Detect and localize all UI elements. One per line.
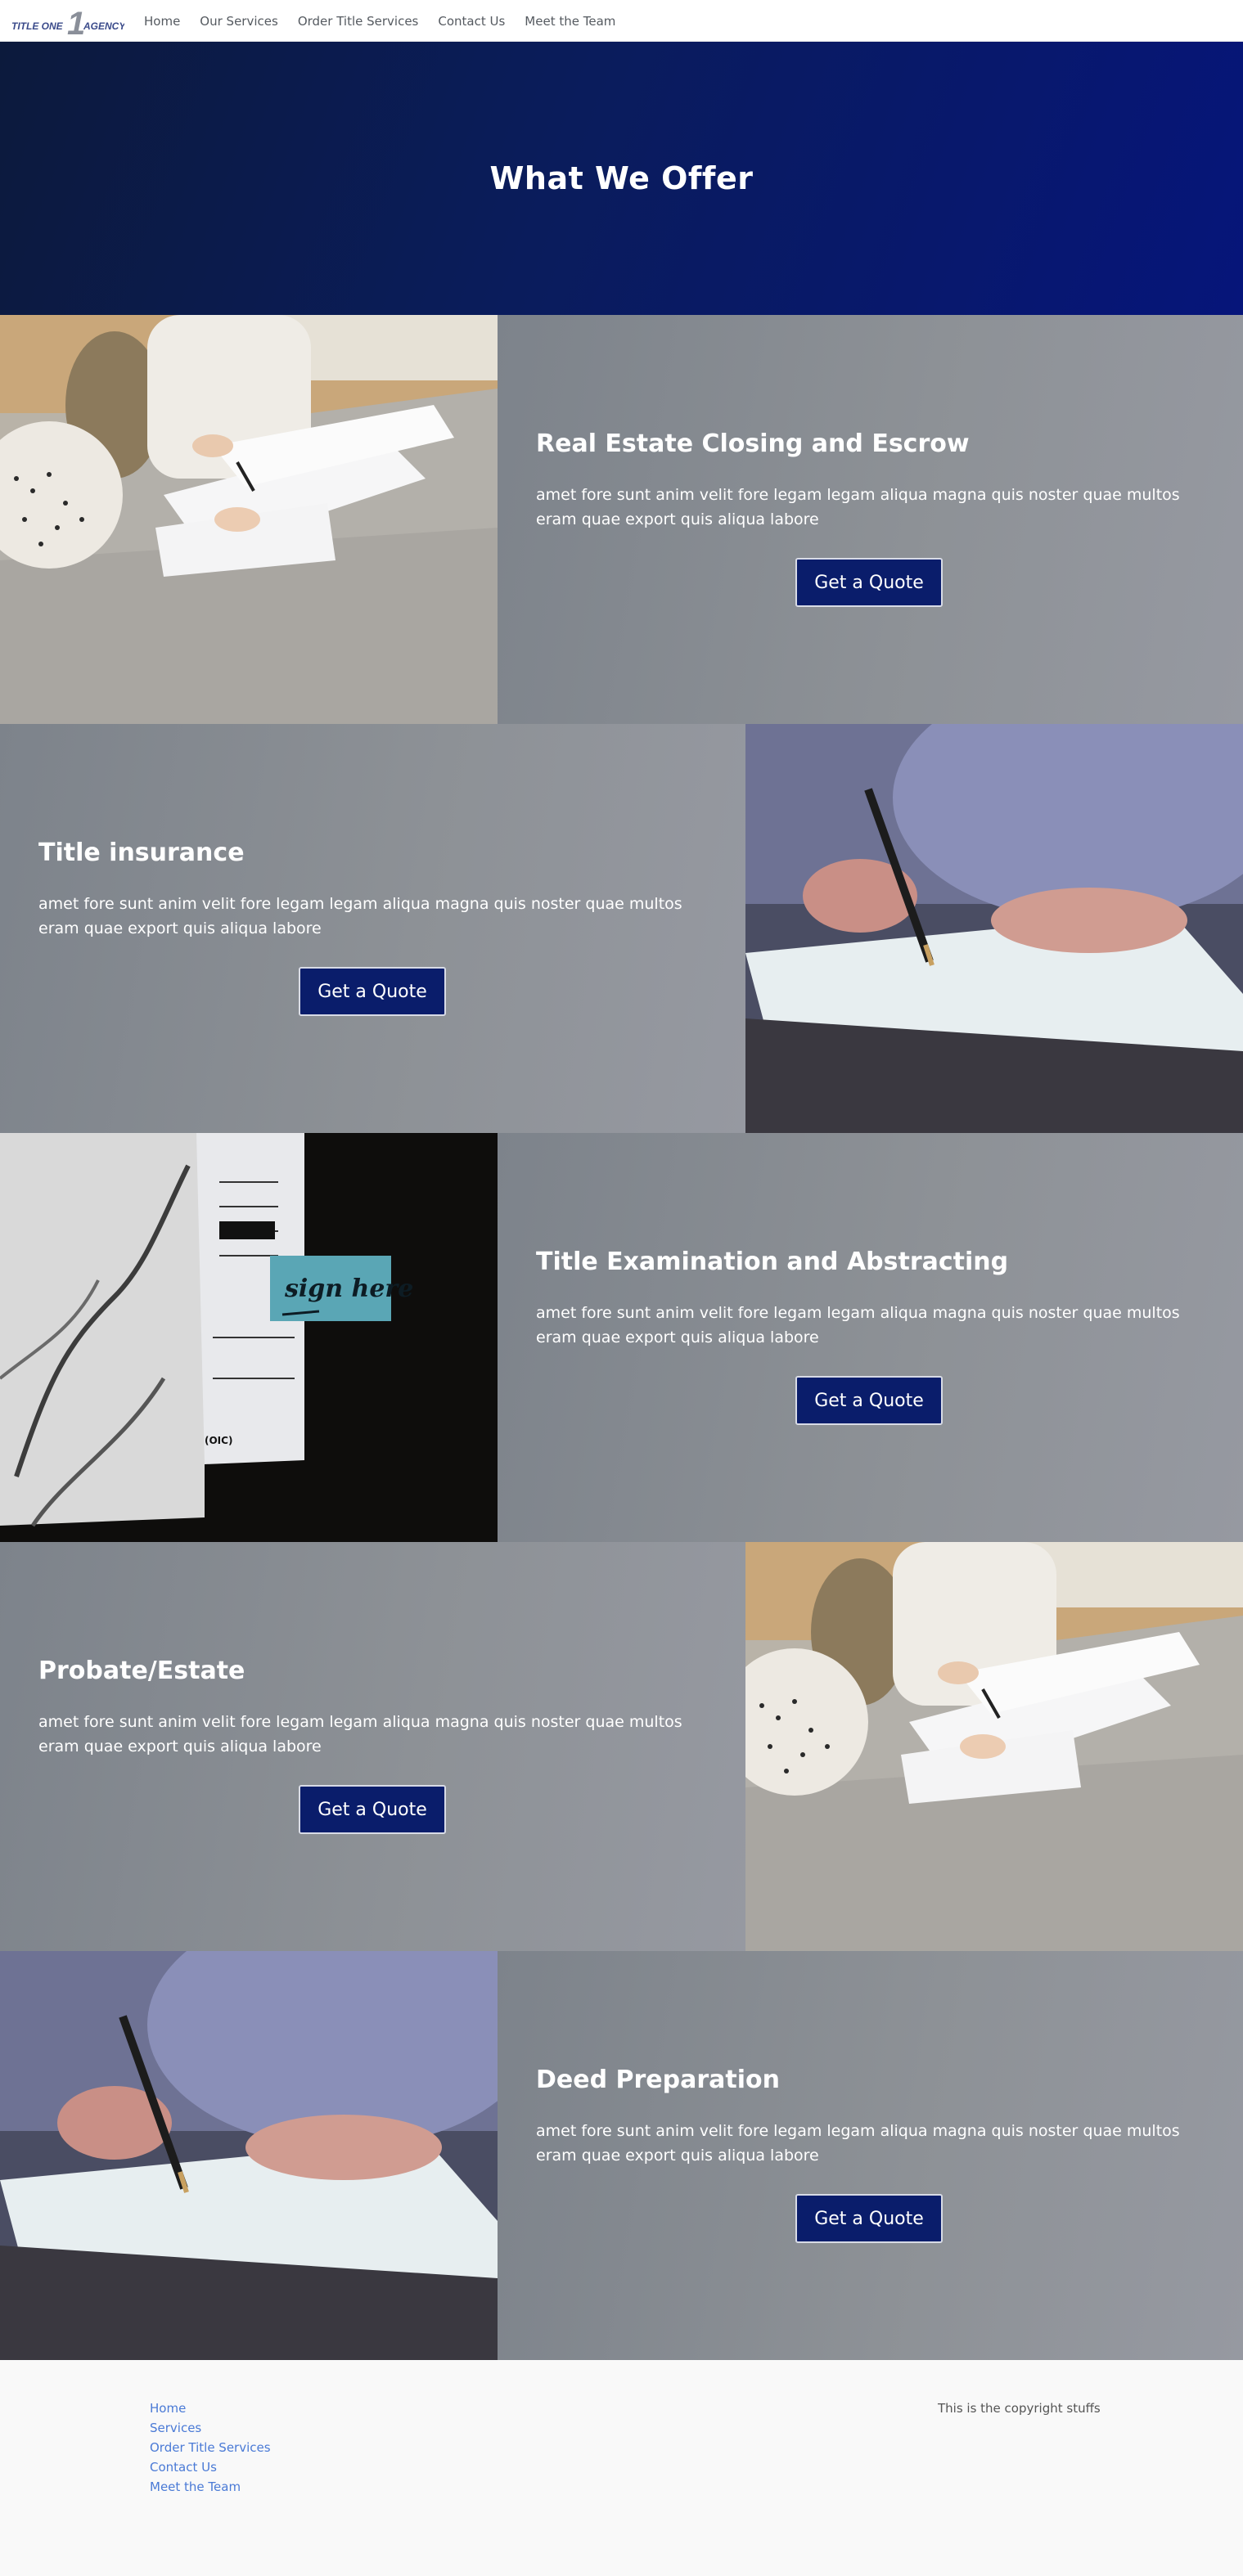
get-a-quote-button[interactable]: Get a Quote [299,967,446,1016]
hero-title: What We Offer [489,160,754,196]
sign-here-text: sign here [284,1275,413,1303]
nav-link-contact-us[interactable]: Contact Us [438,14,505,29]
title-one-agency-logo[interactable]: TITLE ONE 1 AGENCY [10,3,126,42]
section-description: amet fore sunt anim velit fore legam leg… [536,1304,1180,1346]
section-description: amet fore sunt anim velit fore legam leg… [38,895,682,937]
top-navbar: TITLE ONE 1 AGENCY Home Our Services Ord… [0,0,1243,42]
section-text-panel: Deed Preparation amet fore sunt anim vel… [498,1951,1243,2360]
nav-links: Home Our Services Order Title Services C… [144,0,615,42]
section-title: Real Estate Closing and Escrow [536,429,970,458]
service-section-title-examination: sign here (OIC) Title Examination and Ab… [0,1133,1243,1542]
svg-text:AGENCY: AGENCY [83,20,124,32]
section-text-panel: Title Examination and Abstracting amet f… [498,1133,1243,1542]
page: TITLE ONE 1 AGENCY Home Our Services Ord… [0,0,1243,2576]
svg-text:TITLE ONE: TITLE ONE [11,20,64,32]
footer-link-order-title-services[interactable]: Order Title Services [150,2440,271,2455]
hand-signing-paper-photo [0,1951,498,2360]
nav-link-home[interactable]: Home [144,14,180,29]
section-description: amet fore sunt anim velit fore legam leg… [536,2122,1180,2165]
footer-link-contact-us[interactable]: Contact Us [150,2460,271,2475]
copyright-text: This is the copyright stuffs [938,2401,1101,2416]
section-text-panel: Probate/Estate amet fore sunt anim velit… [0,1542,745,1951]
footer-link-services[interactable]: Services [150,2421,271,2435]
get-a-quote-button[interactable]: Get a Quote [795,558,943,607]
service-section-real-estate-closing: Real Estate Closing and Escrow amet fore… [0,315,1243,724]
section-description: amet fore sunt anim velit fore legam leg… [38,1713,682,1756]
nav-link-our-services[interactable]: Our Services [200,14,278,29]
footer-links: Home Services Order Title Services Conta… [150,2401,271,2494]
women-signing-documents-photo [0,315,498,724]
nav-link-order-title-services[interactable]: Order Title Services [298,14,419,29]
section-description: amet fore sunt anim velit fore legam leg… [536,486,1180,528]
sign-here-note-photo: sign here (OIC) [0,1133,498,1542]
svg-text:(OIC): (OIC) [205,1435,232,1446]
section-title: Title Examination and Abstracting [536,1248,1009,1276]
section-text-panel: Real Estate Closing and Escrow amet fore… [498,315,1243,724]
nav-link-meet-the-team[interactable]: Meet the Team [525,14,615,29]
section-title: Title insurance [38,838,245,867]
women-signing-documents-photo [745,1542,1243,1951]
service-section-probate-estate: Probate/Estate amet fore sunt anim velit… [0,1542,1243,1951]
get-a-quote-button[interactable]: Get a Quote [795,1376,943,1425]
section-title: Deed Preparation [536,2066,780,2094]
service-section-title-insurance: Title insurance amet fore sunt anim veli… [0,724,1243,1133]
footer-link-meet-the-team[interactable]: Meet the Team [150,2479,271,2494]
service-section-deed-preparation: Deed Preparation amet fore sunt anim vel… [0,1951,1243,2360]
section-title: Probate/Estate [38,1657,245,1685]
footer: Home Services Order Title Services Conta… [0,2360,1243,2576]
get-a-quote-button[interactable]: Get a Quote [795,2194,943,2243]
get-a-quote-button[interactable]: Get a Quote [299,1785,446,1834]
section-text-panel: Title insurance amet fore sunt anim veli… [0,724,745,1133]
footer-link-home[interactable]: Home [150,2401,271,2416]
hand-signing-paper-photo [745,724,1243,1133]
svg-text:1: 1 [67,6,85,39]
hero-banner: What We Offer [0,42,1243,315]
